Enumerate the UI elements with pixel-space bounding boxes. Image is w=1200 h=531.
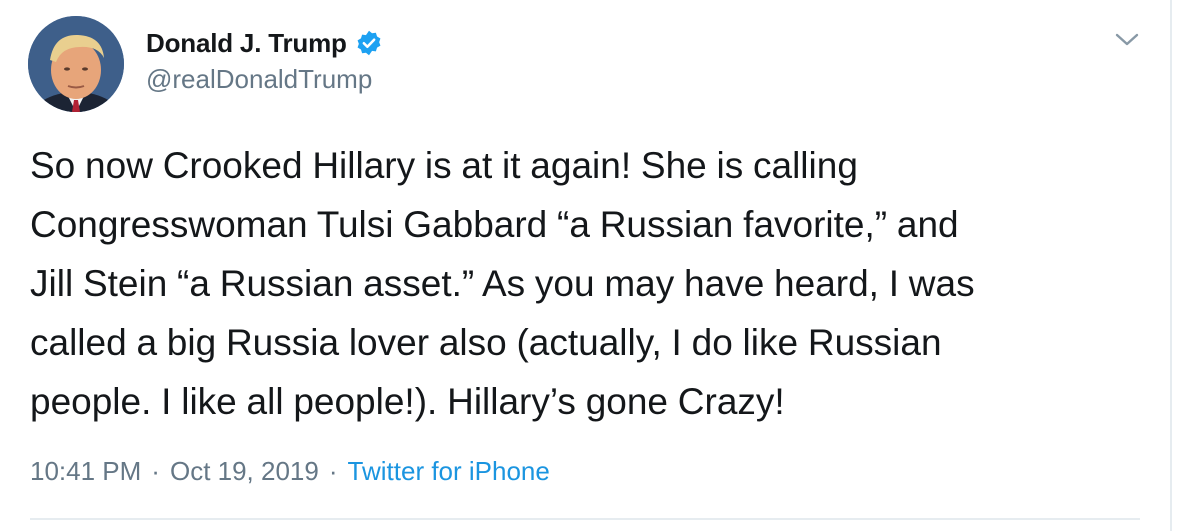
- tweet-line: Congresswoman Tulsi Gabbard “a Russian f…: [30, 204, 959, 245]
- tweet-text: So now Crooked Hillary is at it again! S…: [30, 136, 1160, 431]
- tweet-meta: 10:41 PM · Oct 19, 2019 · Twitter for iP…: [30, 456, 550, 487]
- tweet-source-link[interactable]: Twitter for iPhone: [348, 456, 550, 487]
- chevron-down-icon[interactable]: [1114, 30, 1140, 50]
- tweet-line: people. I like all people!). Hillary’s g…: [30, 381, 785, 422]
- author-name-row: Donald J. Trump: [146, 24, 383, 62]
- tweet-date[interactable]: Oct 19, 2019: [170, 456, 319, 487]
- meta-separator: ·: [151, 456, 160, 486]
- verified-badge-icon: [355, 29, 383, 57]
- column-border: [1170, 0, 1172, 531]
- divider: [30, 518, 1140, 520]
- handle[interactable]: @realDonaldTrump: [146, 64, 372, 95]
- avatar[interactable]: [28, 16, 124, 112]
- tweet-line: So now Crooked Hillary is at it again! S…: [30, 145, 858, 186]
- tweet-line: Jill Stein “a Russian asset.” As you may…: [30, 263, 975, 304]
- meta-separator: ·: [328, 456, 338, 486]
- display-name[interactable]: Donald J. Trump: [146, 28, 347, 59]
- tweet-time[interactable]: 10:41 PM: [30, 456, 141, 487]
- tweet-line: called a big Russia lover also (actually…: [30, 322, 942, 363]
- tweet-card: Donald J. Trump @realDonaldTrump So now …: [0, 0, 1170, 531]
- avatar-image: [28, 16, 124, 112]
